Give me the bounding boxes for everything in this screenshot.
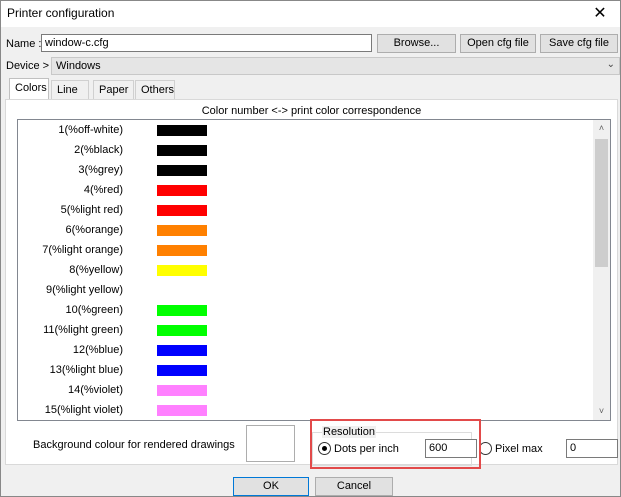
list-item[interactable]: 12(%blue)	[18, 340, 594, 360]
close-button[interactable]: ✕	[580, 1, 620, 27]
color-row-label: 5(%light red)	[60, 204, 123, 216]
color-swatch[interactable]	[157, 365, 207, 376]
color-swatch[interactable]	[157, 405, 207, 416]
color-swatch[interactable]	[157, 265, 207, 276]
color-row-label: 12(%blue)	[72, 344, 123, 356]
color-swatch[interactable]	[157, 205, 207, 216]
color-row-label: 15(%light violet)	[44, 404, 123, 416]
color-swatch[interactable]	[157, 185, 207, 196]
color-swatch[interactable]	[157, 325, 207, 336]
list-item[interactable]: 1(%off-white)	[18, 120, 594, 140]
ok-button[interactable]: OK	[233, 477, 309, 496]
color-swatch[interactable]	[157, 165, 207, 176]
list-item[interactable]: 7(%light orange)	[18, 240, 594, 260]
color-row-label: 3(%grey)	[78, 164, 123, 176]
color-row-label: 1(%off-white)	[58, 124, 123, 136]
background-colour-swatch[interactable]	[246, 425, 295, 462]
name-label: Name :	[6, 38, 42, 50]
device-label: Device >	[6, 60, 50, 72]
scroll-up-icon[interactable]: ˄	[593, 120, 610, 137]
window-title: Printer configuration	[7, 6, 115, 20]
tab-colors[interactable]: Colors	[9, 78, 49, 100]
color-row-label: 13(%light blue)	[49, 364, 123, 376]
list-item[interactable]: 14(%violet)	[18, 380, 594, 400]
list-item[interactable]: 3(%grey)	[18, 160, 594, 180]
pixel-max-input[interactable]: 0	[566, 439, 618, 458]
list-item[interactable]: 5(%light red)	[18, 200, 594, 220]
panel-heading: Color number <-> print color corresponde…	[201, 105, 422, 117]
color-row-label: 11(%light green)	[43, 324, 123, 336]
name-input[interactable]: window-c.cfg	[41, 34, 372, 52]
color-row-label: 8(%yellow)	[69, 264, 123, 276]
tab-others[interactable]: Others	[135, 80, 175, 100]
color-row-label: 9(%light yellow)	[45, 284, 123, 296]
chevron-down-icon[interactable]: ⌄	[607, 59, 615, 70]
color-row-label: 7(%light orange)	[42, 244, 123, 256]
color-swatch[interactable]	[157, 305, 207, 316]
list-item[interactable]: 8(%yellow)	[18, 260, 594, 280]
pixel-max-label: Pixel max	[495, 443, 543, 455]
scrollbar[interactable]: ˄ ˅	[593, 120, 610, 420]
save-cfg-button[interactable]: Save cfg file	[540, 34, 618, 53]
color-swatch[interactable]	[157, 345, 207, 356]
tab-line[interactable]: Line	[51, 80, 89, 100]
list-item[interactable]: 4(%red)	[18, 180, 594, 200]
color-row-label: 2(%black)	[74, 144, 123, 156]
list-item[interactable]: 9(%light yellow)	[18, 280, 594, 300]
list-item[interactable]: 15(%light violet)	[18, 400, 594, 420]
list-item[interactable]: 13(%light blue)	[18, 360, 594, 380]
close-icon[interactable]: ✕	[593, 5, 606, 22]
title-bar: Printer configuration ✕	[1, 1, 620, 27]
color-row-label: 6(%orange)	[65, 224, 123, 236]
scroll-thumb[interactable]	[595, 139, 608, 267]
browse-button[interactable]: Browse...	[377, 34, 456, 53]
color-swatch[interactable]	[157, 245, 207, 256]
color-row-label: 14(%violet)	[67, 384, 123, 396]
scroll-down-icon[interactable]: ˅	[593, 403, 610, 420]
list-item[interactable]: 2(%black)	[18, 140, 594, 160]
list-item[interactable]: 11(%light green)	[18, 320, 594, 340]
color-row-label: 4(%red)	[83, 184, 123, 196]
resolution-highlight	[310, 419, 481, 469]
color-list[interactable]: 1(%off-white) 2(%black) 3(%grey) 4(%red) 5(%…	[17, 119, 611, 421]
device-select[interactable]: Windows ⌄	[51, 57, 620, 75]
color-swatch[interactable]	[157, 225, 207, 236]
color-swatch[interactable]	[157, 145, 207, 156]
list-item[interactable]: 6(%orange)	[18, 220, 594, 240]
color-swatch[interactable]	[157, 125, 207, 136]
printer-config-window: Printer configuration ✕ Name : window-c.…	[0, 0, 621, 497]
color-row-label: 10(%green)	[65, 304, 123, 316]
color-swatch[interactable]	[157, 385, 207, 396]
tab-paper[interactable]: Paper	[93, 80, 134, 100]
open-cfg-button[interactable]: Open cfg file	[460, 34, 536, 53]
cancel-button[interactable]: Cancel	[315, 477, 393, 496]
device-value: Windows	[56, 60, 101, 72]
list-item[interactable]: 10(%green)	[18, 300, 594, 320]
background-colour-label: Background colour for rendered drawings	[33, 439, 235, 451]
